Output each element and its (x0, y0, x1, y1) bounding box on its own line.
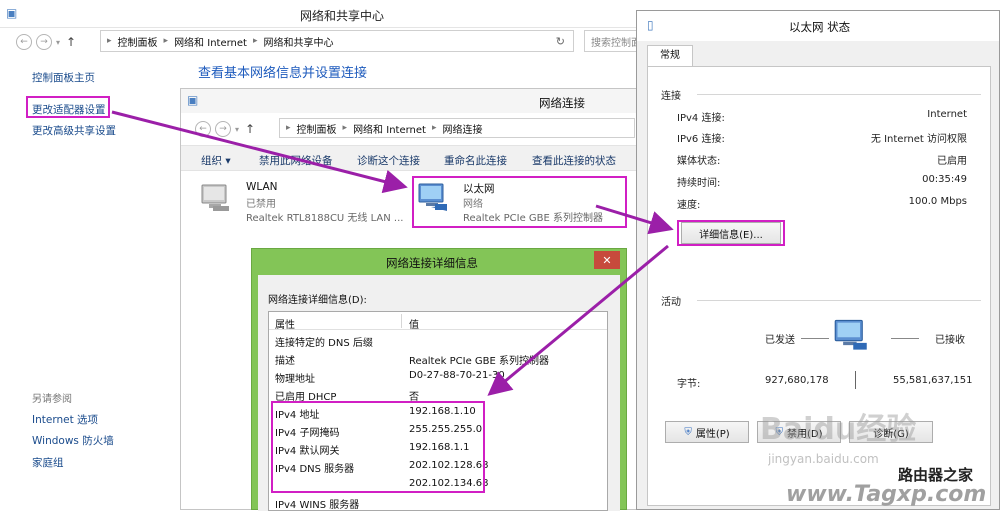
network-connection-details-dialog: 网络连接详细信息 ✕ 网络连接详细信息(D): 属性 值 连接特定的 DNS 后… (251, 248, 627, 511)
breadcrumb-2[interactable]: 网络和共享中心 (263, 34, 333, 49)
close-icon[interactable]: ✕ (594, 251, 620, 269)
cmd-disable-device[interactable]: 禁用此网络设备 (259, 153, 333, 168)
nav-control-panel-home[interactable]: 控制面板主页 (32, 70, 95, 85)
bytes-divider (855, 371, 856, 389)
activity-group-title: 活动 (661, 297, 681, 308)
history-dropdown-icon[interactable]: ▾ (56, 38, 60, 47)
adapter-name: 以太网 (463, 183, 495, 195)
forward-icon[interactable]: → (215, 121, 231, 137)
status-title: 以太网 状态 (789, 20, 851, 34)
ethernet-adapter-icon (418, 183, 447, 211)
media-state-value: 已启用 (937, 156, 967, 167)
ipv6-connectivity-label: IPv6 连接: (677, 134, 725, 145)
back-icon[interactable]: ← (16, 34, 32, 50)
shield-icon: ⛨ (684, 426, 692, 438)
adapter-status: 网络 (463, 199, 483, 210)
breadcrumb-1[interactable]: 网络和 Internet (353, 121, 426, 136)
cmd-organize[interactable]: 组织 ▾ (201, 153, 231, 168)
received-line (891, 338, 919, 339)
adapter-name: WLAN (246, 181, 278, 193)
bytes-sent-value: 927,680,178 (765, 375, 829, 386)
network-icon: ▣ (6, 6, 18, 20)
speed-value: 100.0 Mbps (908, 196, 967, 207)
divider (697, 94, 981, 95)
tab-general[interactable]: 常规 (647, 45, 693, 67)
up-icon[interactable]: ↑ (245, 122, 255, 136)
nav-change-adapter-settings[interactable]: 更改适配器设置 (32, 102, 106, 117)
see-also-title: 另请参阅 (32, 394, 72, 405)
speed-label: 速度: (677, 200, 701, 211)
breadcrumb-0[interactable]: 控制面板 (297, 121, 337, 136)
wlan-adapter-icon (201, 184, 229, 211)
duration-label: 持续时间: (677, 178, 721, 189)
adapter-device: Realtek RTL8188CU 无线 LAN ... (246, 213, 404, 224)
window-title: 网络和共享中心 (300, 9, 385, 23)
forward-icon[interactable]: → (36, 34, 52, 50)
column-property[interactable]: 属性 (275, 316, 295, 331)
adapter-wlan[interactable]: WLAN 已禁用 Realtek RTL8188CU 无线 LAN ... (197, 181, 407, 227)
cmd-diagnose[interactable]: 诊断这个连接 (357, 153, 420, 168)
divider (697, 300, 981, 301)
watermark-url: jingyan.baidu.com (768, 452, 879, 466)
watermark-site-url: www.Tagxp.com (786, 482, 987, 507)
cmd-view-status[interactable]: 查看此连接的状态 (532, 153, 616, 168)
folder-icon: ▸ (107, 36, 112, 46)
ipv6-connectivity-value: 无 Internet 访问权限 (870, 134, 967, 145)
nav-change-advanced-sharing[interactable]: 更改高级共享设置 (32, 123, 116, 138)
netwin-title-bar: ▣ 网络连接 (181, 89, 639, 113)
netwin-address-bar[interactable]: ▸ 控制面板 ▸ 网络和 Internet ▸ 网络连接 (279, 118, 635, 138)
duration-value: 00:35:49 (922, 174, 967, 185)
command-bar: 组织 ▾ 禁用此网络设备 诊断这个连接 重命名此连接 查看此连接的状态 (181, 145, 639, 171)
details-title: 网络连接详细信息 (386, 256, 478, 270)
properties-button[interactable]: ⛨ 属性(P) (665, 421, 749, 443)
watermark-baidu: Baidu经验 (760, 412, 917, 447)
connection-group-title: 连接 (661, 91, 681, 102)
network-folder-icon: ▣ (187, 93, 199, 107)
netwin-nav: ← → ▾ ↑ (195, 117, 255, 141)
details-body: 网络连接详细信息(D): 属性 值 连接特定的 DNS 后缀 描述 Realtek… (258, 275, 620, 511)
status-title-bar: ▯ 以太网 状态 (637, 11, 999, 41)
breadcrumb-1[interactable]: 网络和 Internet (174, 34, 247, 49)
details-button[interactable]: 详细信息(E)... (681, 222, 781, 244)
back-icon[interactable]: ← (195, 121, 211, 137)
column-value[interactable]: 值 (409, 316, 419, 331)
network-activity-icon (834, 319, 867, 350)
nav-internet-options[interactable]: Internet 选项 (32, 412, 98, 427)
ipv4-connectivity-label: IPv4 连接: (677, 113, 725, 124)
details-label: 网络连接详细信息(D): (268, 295, 367, 306)
ipv4-connectivity-value: Internet (927, 109, 967, 120)
up-icon[interactable]: ↑ (66, 35, 76, 49)
details-table[interactable]: 属性 值 连接特定的 DNS 后缀 描述 Realtek PCIe GBE 系列控… (268, 311, 608, 511)
sent-label: 已发送 (765, 335, 795, 346)
cmd-rename[interactable]: 重命名此连接 (444, 153, 507, 168)
adapter-device: Realtek PCIe GBE 系列控制器 (463, 213, 603, 224)
nav-buttons: ← → ▾ ↑ (16, 30, 76, 54)
breadcrumb-2[interactable]: 网络连接 (442, 121, 482, 136)
nav-windows-firewall[interactable]: Windows 防火墙 (32, 433, 114, 448)
page-heading: 查看基本网络信息并设置连接 (198, 66, 368, 81)
search-input[interactable]: 搜索控制面 (584, 30, 644, 52)
sent-line (801, 338, 829, 339)
adapter-ethernet[interactable]: 以太网 网络 Realtek PCIe GBE 系列控制器 (417, 181, 627, 227)
nav-homegroup[interactable]: 家庭组 (32, 455, 64, 470)
adapter-status: 已禁用 (246, 199, 276, 210)
bytes-label: 字节: (677, 379, 701, 390)
status-window-icon: ▯ (647, 18, 654, 32)
table-header: 属性 值 (269, 312, 607, 331)
received-label: 已接收 (935, 335, 965, 346)
bytes-received-value: 55,581,637,151 (893, 375, 973, 386)
refresh-icon[interactable]: ↻ (556, 35, 565, 48)
column-divider (401, 314, 402, 328)
netwin-title: 网络连接 (539, 96, 585, 110)
history-dropdown-icon[interactable]: ▾ (235, 125, 239, 134)
breadcrumb-0[interactable]: 控制面板 (118, 34, 158, 49)
address-bar[interactable]: ▸ 控制面板 ▸ 网络和 Internet ▸ 网络和共享中心 ↻ (100, 30, 574, 52)
media-state-label: 媒体状态: (677, 156, 721, 167)
